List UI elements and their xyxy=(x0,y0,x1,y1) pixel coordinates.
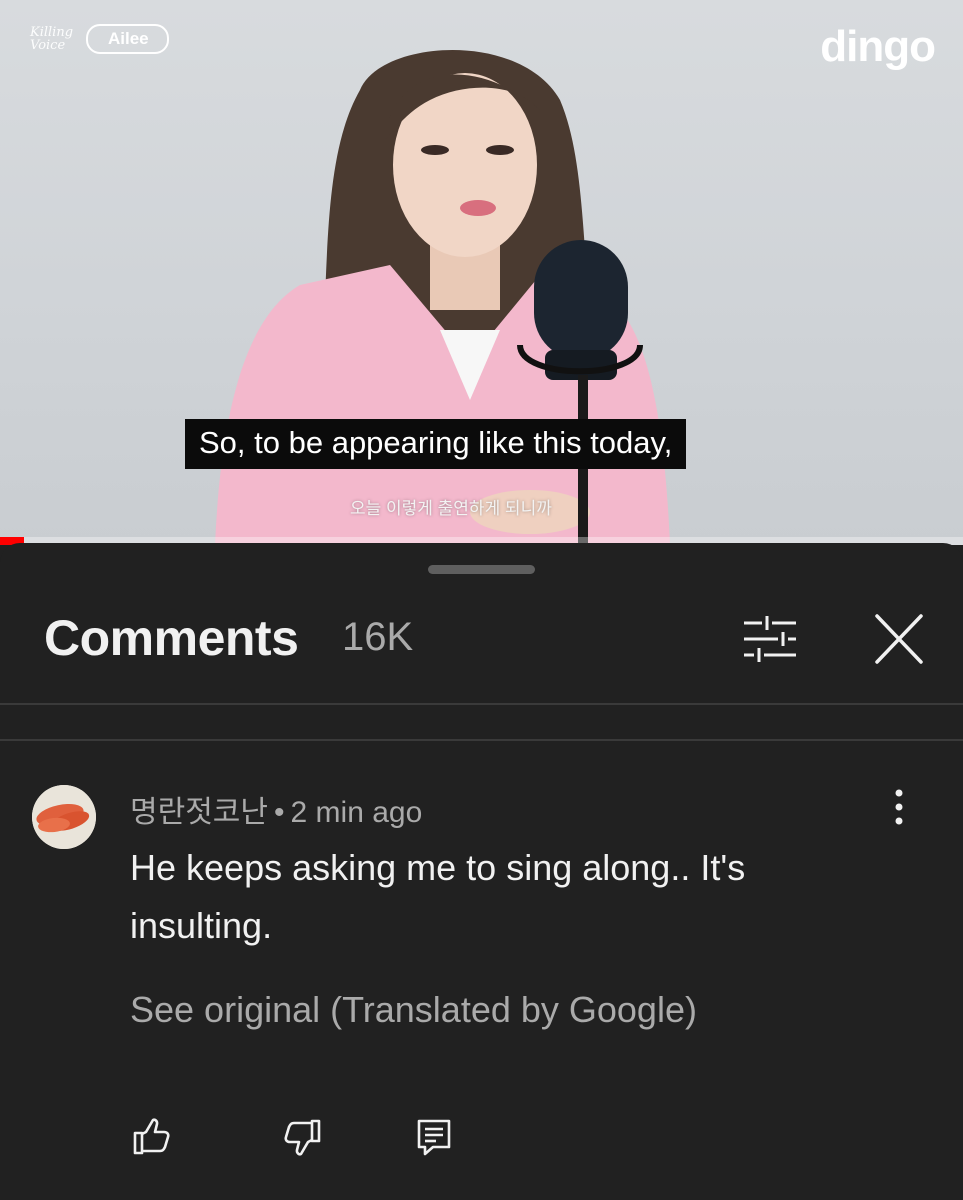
channel-logo-script: Killing Voice xyxy=(30,25,74,53)
caption-korean: 오늘 이렇게 출연하게 되니까 xyxy=(350,499,552,518)
comment-author[interactable]: 명란젓코난 xyxy=(130,796,268,829)
list-divider xyxy=(0,739,963,741)
meta-separator: • xyxy=(274,796,285,829)
comment-text: He keeps asking me to sing along.. It's … xyxy=(130,847,746,946)
see-original-link[interactable]: See original (Translated by Google) xyxy=(130,989,697,1031)
video-player[interactable]: Killing Voice Ailee dingo So, to be appe… xyxy=(0,0,963,545)
header-divider xyxy=(0,703,963,705)
comment-time: 2 min ago xyxy=(290,796,423,829)
comment-meta: 명란젓코난 • 2 min ago xyxy=(130,787,422,831)
avatar[interactable] xyxy=(32,785,96,849)
filter-sliders-icon[interactable] xyxy=(740,613,800,665)
caption-english: So, to be appearing like this today, xyxy=(185,419,687,469)
more-vertical-icon[interactable] xyxy=(884,787,914,827)
reply-icon[interactable] xyxy=(414,1117,454,1157)
comments-count: 16K xyxy=(342,615,414,659)
drag-handle[interactable] xyxy=(428,565,535,574)
brand-logo: dingo xyxy=(820,22,936,71)
dislike-icon[interactable] xyxy=(282,1117,322,1157)
channel-logo: Killing Voice Ailee xyxy=(30,24,169,54)
comments-title: Comments xyxy=(44,610,299,666)
close-icon[interactable] xyxy=(870,613,928,665)
comments-sheet: Comments 16K 명란젓코난 • 2 min ago He keeps … xyxy=(0,543,963,1200)
channel-logo-name: Ailee xyxy=(86,24,169,54)
like-icon[interactable] xyxy=(132,1117,172,1157)
